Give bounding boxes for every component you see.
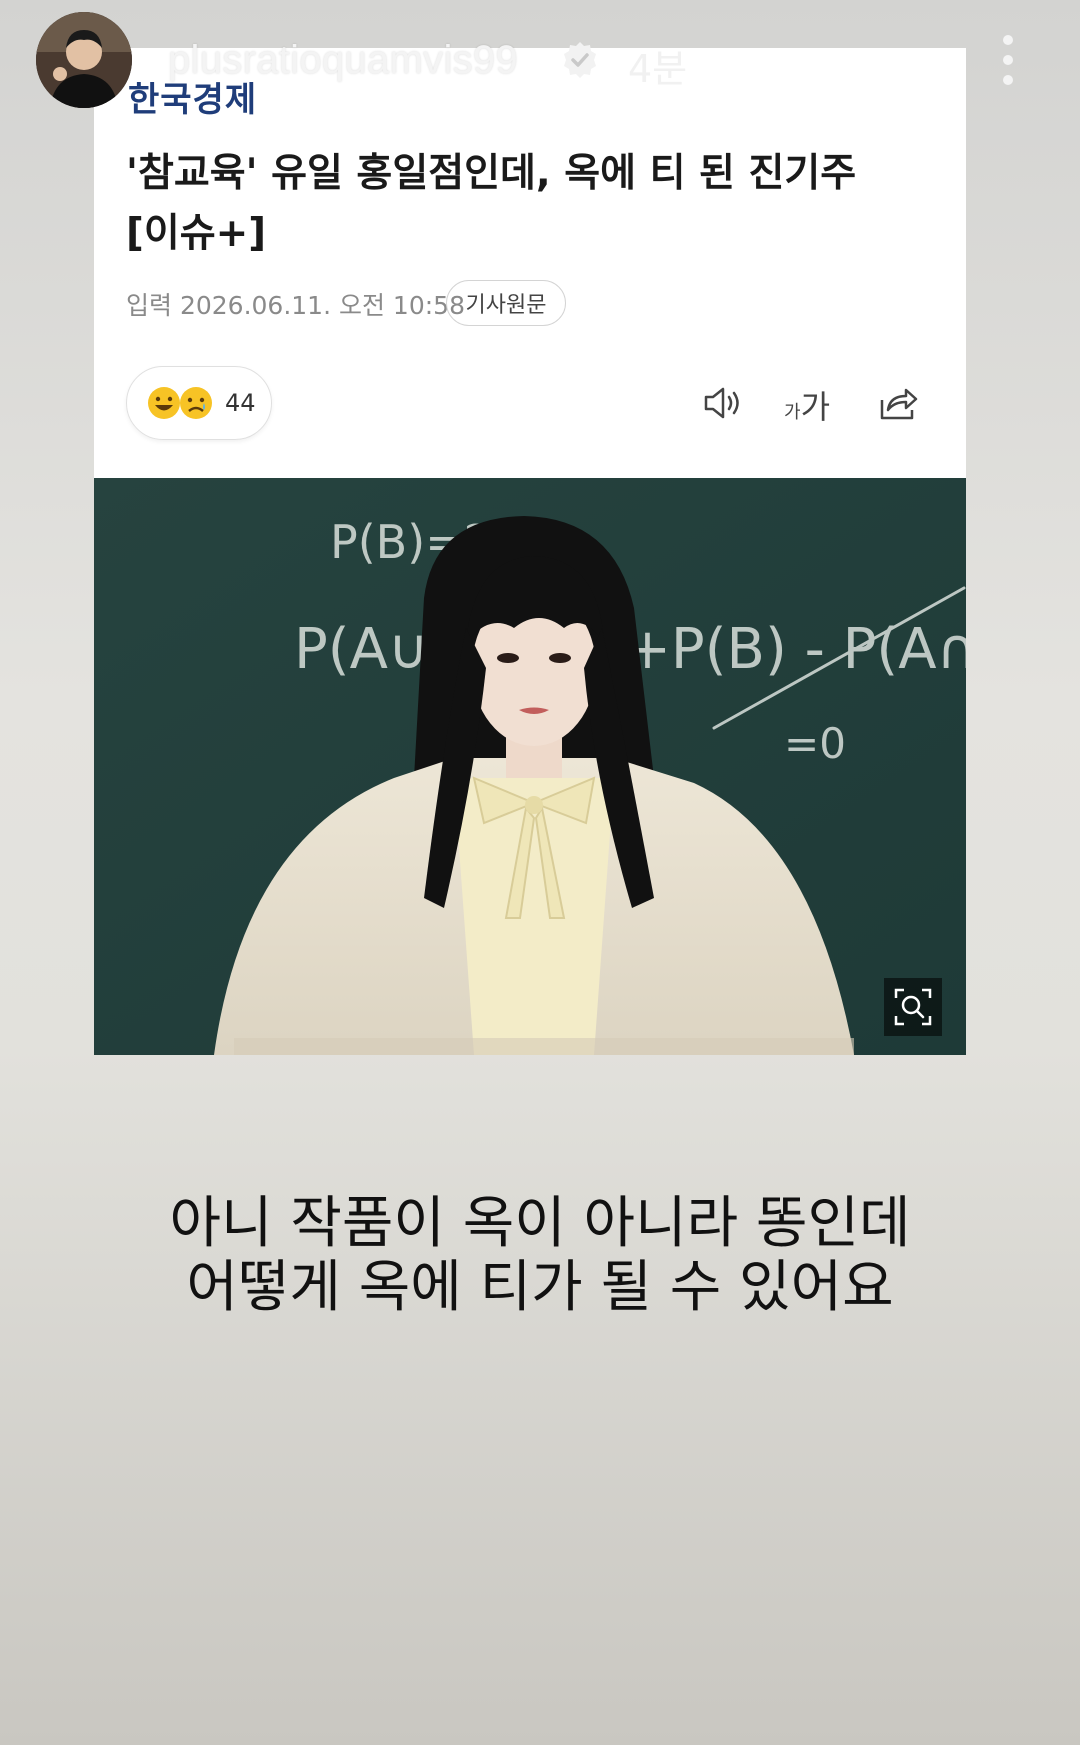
reaction-count: 44 <box>225 389 256 417</box>
headline-line-2: [이슈+] <box>126 211 267 256</box>
chalk-formula-right: +P(B) - P(A∩B) <box>624 617 966 682</box>
headline-line-1: '참교육' 유일 홍일점인데, 옥에 티 된 진기주 <box>126 151 857 196</box>
font-size-icon[interactable]: 가가 <box>784 382 830 428</box>
avatar[interactable] <box>36 12 132 108</box>
sad-emoji-icon <box>180 387 212 419</box>
zoom-search-icon <box>894 988 932 1026</box>
verified-badge-icon <box>564 42 596 78</box>
story-username[interactable]: plusratioquamvis99 <box>168 38 518 83</box>
story-time: 4분 <box>628 47 688 91</box>
speaker-icon[interactable] <box>700 380 746 426</box>
more-vertical-icon[interactable] <box>996 30 1020 90</box>
font-size-small-label: 가 <box>784 402 801 423</box>
photo-zoom-button[interactable] <box>884 978 942 1036</box>
profile-photo <box>36 12 132 108</box>
laugh-emoji-icon <box>148 387 180 419</box>
story-header: plusratioquamvis99 4분 <box>0 0 1080 120</box>
font-size-large-label: 가 <box>800 388 831 426</box>
caption-line-1: 아니 작품이 옥이 아니라 똥인데 <box>169 1191 911 1256</box>
chalk-formula-left: P(A∪ <box>294 617 429 682</box>
chalkboard-scene-image: P(B)=? P(A∪ +P(B) - P(A∩B) =0 <box>94 478 966 1055</box>
reaction-button[interactable]: 44 <box>126 366 272 440</box>
share-icon[interactable] <box>874 380 920 426</box>
chalk-formula-eq: =0 <box>784 719 846 768</box>
article-headline: '참교육' 유일 홍일점인데, 옥에 티 된 진기주 [이슈+] <box>126 144 926 264</box>
original-article-button[interactable]: 기사원문 <box>446 280 566 326</box>
story-caption: 아니 작품이 옥이 아니라 똥인데 어떻게 옥에 티가 될 수 있어요 <box>0 1192 1080 1320</box>
article-date: 입력 2026.06.11. 오전 10:58 <box>126 291 465 320</box>
caption-line-2: 어떻게 옥에 티가 될 수 있어요 <box>186 1255 894 1320</box>
article-photo[interactable]: P(B)=? P(A∪ +P(B) - P(A∩B) =0 <box>94 478 966 1055</box>
